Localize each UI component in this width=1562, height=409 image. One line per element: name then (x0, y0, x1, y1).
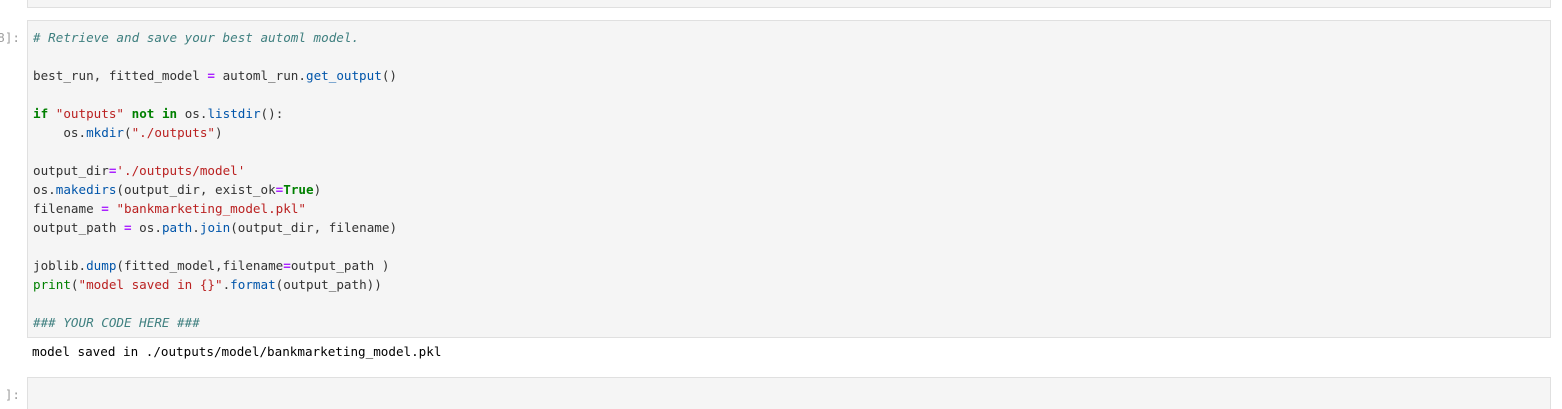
code-token: True (283, 182, 314, 197)
code-token: "model saved in {}" (78, 277, 223, 292)
code-token: = (207, 68, 215, 83)
code-token: . (192, 220, 200, 235)
code-token: (fitted_model,filename (116, 258, 284, 273)
code-line: output_dir='./outputs/model' (33, 161, 1550, 180)
code-line: os.makedirs(output_dir, exist_ok=True) (33, 180, 1550, 199)
code-token: dump (86, 258, 117, 273)
code-token: output_path (33, 220, 124, 235)
code-line: best_run, fitted_model = automl_run.get_… (33, 66, 1550, 85)
code-line: output_path = os.path.join(output_dir, f… (33, 218, 1550, 237)
previous-cell-input[interactable] (27, 0, 1551, 8)
cell-output-text: model saved in ./outputs/model/bankmarke… (32, 344, 442, 359)
code-line: joblib.dump(fitted_model,filename=output… (33, 256, 1550, 275)
code-token: path (161, 220, 193, 235)
code-token: filename (33, 201, 102, 216)
code-token: (): (260, 106, 284, 121)
code-token: if (33, 106, 49, 121)
code-token: joblib. (33, 258, 87, 273)
code-token: = (124, 220, 132, 235)
code-token: "bankmarketing_model.pkl" (116, 201, 306, 216)
code-token: makedirs (55, 182, 117, 197)
code-token: listdir (207, 106, 261, 121)
code-token: output_path ) (290, 258, 390, 273)
code-token: ) (313, 182, 322, 197)
code-token: os. (177, 106, 208, 121)
code-line: ### YOUR CODE HERE ### (33, 313, 1550, 332)
code-token: best_run, fitted_model (33, 68, 208, 83)
code-line: print("model saved in {}".format(output_… (33, 275, 1550, 294)
code-token: ) (215, 125, 223, 140)
empty-code-cell-input[interactable] (27, 377, 1551, 409)
code-token: # Retrieve and save your best automl mod… (33, 30, 360, 45)
code-token: format (230, 277, 276, 292)
code-token: = (283, 258, 291, 273)
code-token: automl_run. (214, 68, 306, 83)
code-line: os.mkdir("./outputs") (33, 123, 1550, 142)
empty-cell-prompt: [ ]: (4, 387, 20, 402)
code-token: (output_dir, exist_ok (116, 182, 276, 197)
code-token: = (101, 201, 109, 216)
code-token: () (381, 68, 397, 83)
code-token: print (33, 277, 71, 292)
code-token: join (199, 220, 231, 235)
code-token: "outputs" (55, 106, 125, 121)
code-token: (output_dir, filename) (230, 220, 398, 235)
code-cell-input[interactable]: # Retrieve and save your best automl mod… (27, 20, 1551, 338)
code-token: './outputs/model' (116, 163, 246, 178)
code-token: get_output (305, 68, 382, 83)
code-line: filename = "bankmarketing_model.pkl" (33, 199, 1550, 218)
code-token: os. (33, 125, 87, 140)
code-token: ### YOUR CODE HERE ### (33, 315, 200, 330)
cell-prompt: [18]: (0, 30, 20, 45)
code-token: os. (33, 182, 56, 197)
code-line: if "outputs" not in os.listdir(): (33, 104, 1550, 123)
code-token: ( (70, 277, 79, 292)
code-token: "./outputs" (131, 125, 215, 140)
code-token: output_dir (33, 163, 109, 178)
code-line: # Retrieve and save your best automl mod… (33, 28, 1550, 47)
code-token: os. (131, 220, 162, 235)
code-token: ( (124, 125, 132, 140)
code-token: (output_path)) (275, 277, 382, 292)
code-token: not in (131, 106, 178, 121)
code-token: mkdir (86, 125, 124, 140)
